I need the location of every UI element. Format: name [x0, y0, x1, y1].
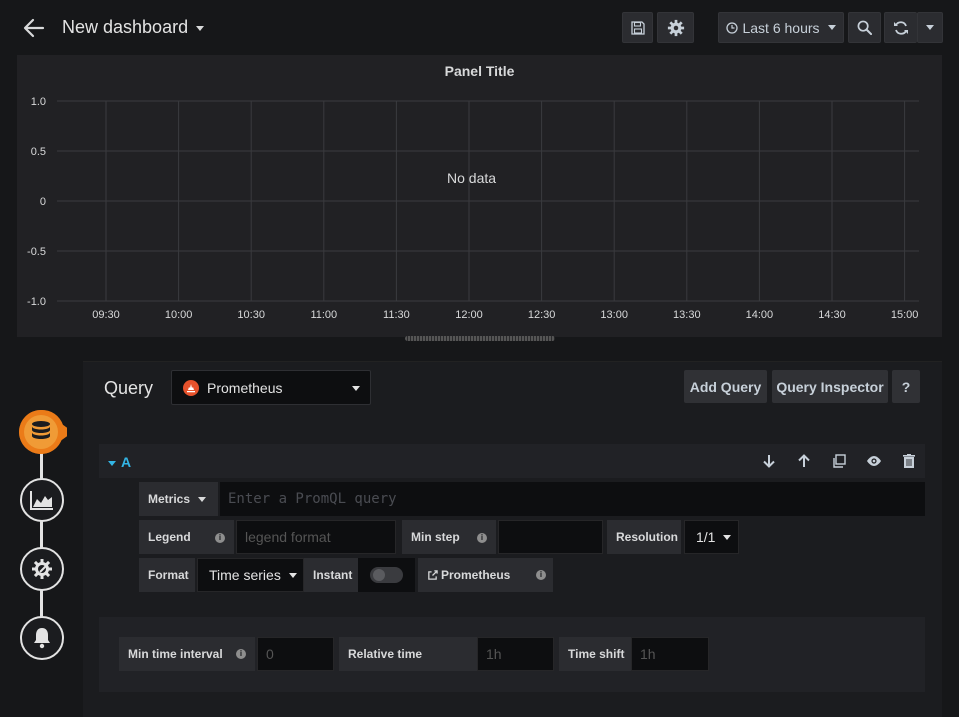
- time-range-picker[interactable]: Last 6 hours: [718, 12, 844, 43]
- back-arrow-icon[interactable]: [22, 16, 46, 40]
- x-tick-label: 11:30: [383, 309, 410, 321]
- chevron-down-icon: [108, 460, 116, 466]
- min-step-input[interactable]: [498, 520, 603, 554]
- y-tick-label: 1.0: [31, 96, 46, 108]
- zoom-out-button[interactable]: [848, 12, 881, 43]
- x-tick-label: 14:30: [818, 309, 846, 321]
- min-step-label-text: Min step: [411, 530, 460, 544]
- legend-label-text: Legend: [148, 530, 191, 544]
- info-icon[interactable]: i: [477, 533, 487, 543]
- x-tick-label: 11:00: [310, 309, 337, 321]
- save-icon: [630, 20, 645, 35]
- y-tick-label: -1.0: [27, 296, 46, 308]
- min-time-interval-input[interactable]: 0: [257, 637, 334, 671]
- alert-tab[interactable]: [20, 616, 64, 660]
- chevron-down-icon: [827, 25, 836, 30]
- visualization-tab[interactable]: [20, 478, 64, 522]
- add-query-button[interactable]: Add Query: [684, 370, 767, 403]
- x-tick-label: 13:00: [600, 309, 628, 321]
- chevron-down-icon: [352, 386, 360, 391]
- time-range-label: Last 6 hours: [742, 19, 820, 36]
- chevron-down-icon: [198, 496, 207, 502]
- dashboard-title[interactable]: New dashboard: [62, 17, 205, 38]
- x-tick-label: 12:00: [455, 309, 483, 321]
- instant-label: Instant: [304, 558, 358, 592]
- gear-icon: [667, 19, 684, 36]
- y-tick-label: -0.5: [27, 246, 46, 258]
- metrics-label: Metrics: [148, 492, 191, 506]
- save-dashboard-button[interactable]: [622, 12, 653, 43]
- bell-icon: [34, 628, 50, 649]
- prometheus-logo-icon: [183, 379, 199, 396]
- prometheus-link-text: Prometheus: [441, 568, 511, 582]
- refresh-icon: [894, 20, 908, 35]
- move-down-icon[interactable]: [761, 453, 777, 469]
- query-inspector-button[interactable]: Query Inspector: [772, 370, 888, 403]
- query-row-toggle[interactable]: A: [108, 454, 131, 470]
- legend-format-input[interactable]: legend format: [236, 520, 396, 554]
- x-tick-label: 10:00: [165, 309, 193, 321]
- duplicate-icon[interactable]: [831, 453, 847, 469]
- resolution-select[interactable]: 1/1: [684, 520, 739, 554]
- general-settings-tab[interactable]: [20, 547, 64, 591]
- format-label: Format: [139, 558, 195, 592]
- x-tick-label: 09:30: [92, 309, 120, 321]
- instant-toggle[interactable]: [358, 558, 415, 592]
- y-tick-label: 0.5: [31, 146, 46, 158]
- query-ref-id: A: [121, 454, 132, 470]
- datasource-select[interactable]: Prometheus: [171, 370, 371, 405]
- min-time-interval-label: Min time interval: [119, 637, 255, 671]
- chevron-down-icon: [288, 572, 297, 578]
- promql-query-input[interactable]: Enter a PromQL query: [220, 482, 925, 516]
- clock-icon: [726, 21, 739, 34]
- instant-switch[interactable]: [370, 567, 403, 583]
- datasource-label: Prometheus: [207, 379, 283, 396]
- min-time-interval-label-text: Min time interval: [128, 647, 223, 661]
- gear-wrench-icon: [32, 559, 52, 579]
- query-heading: Query: [104, 378, 154, 398]
- settings-button[interactable]: [657, 12, 694, 43]
- chevron-down-icon: [926, 25, 934, 30]
- help-button[interactable]: ?: [892, 370, 920, 403]
- resolution-label: Resolution: [607, 520, 681, 554]
- graph-chart: 1.0 0.5 0 -0.5 -1.0 09:30 10:00 10:30 11:00 11:30…: [27, 96, 919, 321]
- info-icon[interactable]: i: [215, 533, 225, 543]
- x-tick-label: 15:00: [891, 309, 919, 321]
- relative-time-label: Relative time: [339, 637, 477, 671]
- info-icon[interactable]: i: [536, 570, 546, 580]
- move-up-icon[interactable]: [796, 453, 812, 469]
- refresh-button[interactable]: [884, 12, 917, 43]
- x-tick-label: 12:30: [528, 309, 556, 321]
- editor-nav-line: [40, 448, 43, 620]
- area-chart-icon: [30, 491, 53, 510]
- format-select[interactable]: Time series: [197, 558, 304, 592]
- graph-panel: Panel Title 1.0 0.5 0 -0.5 -1.0 09:30 10:00 10:…: [17, 55, 942, 337]
- x-tick-label: 10:30: [237, 309, 265, 321]
- external-link-icon: [428, 569, 438, 580]
- zoom-out-icon: [857, 20, 872, 35]
- resolution-value: 1/1: [696, 529, 716, 545]
- prometheus-docs-link[interactable]: Prometheus: [418, 558, 553, 592]
- eye-icon[interactable]: [866, 453, 882, 469]
- dashboard-title-text: New dashboard: [62, 17, 189, 37]
- y-tick-label: 0: [40, 196, 46, 208]
- x-tick-label: 14:00: [746, 309, 774, 321]
- no-data-message: No data: [447, 170, 497, 186]
- database-icon: [32, 421, 50, 439]
- time-shift-label: Time shift: [559, 637, 639, 671]
- refresh-interval-dropdown[interactable]: [917, 12, 943, 43]
- queries-tab[interactable]: [19, 408, 67, 456]
- chevron-down-icon: [723, 534, 732, 540]
- info-icon[interactable]: i: [236, 649, 246, 659]
- relative-time-input[interactable]: 1h: [477, 637, 554, 671]
- trash-icon[interactable]: [901, 453, 917, 469]
- metrics-dropdown-button[interactable]: Metrics: [139, 482, 218, 516]
- time-shift-input[interactable]: 1h: [631, 637, 709, 671]
- panel-resize-handle[interactable]: [405, 336, 555, 341]
- format-value: Time series: [209, 567, 281, 583]
- chevron-down-icon: [196, 25, 205, 31]
- x-tick-label: 13:30: [673, 309, 701, 321]
